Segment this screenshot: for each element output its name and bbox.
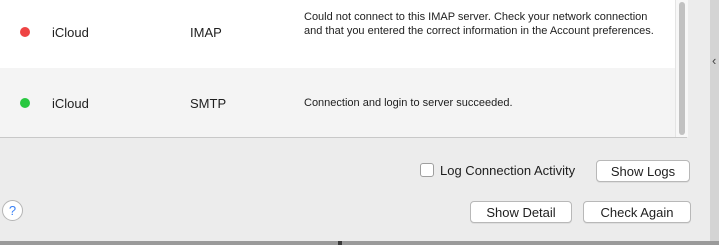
connection-table: iCloud IMAP Could not connect to this IM…: [0, 0, 688, 138]
table-row[interactable]: iCloud IMAP Could not connect to this IM…: [0, 0, 675, 68]
status-message: Connection and login to server succeeded…: [304, 97, 513, 109]
checkbox-box[interactable]: [420, 163, 434, 177]
scrollbar-thumb[interactable]: [679, 2, 685, 135]
status-message: Could not connect to this IMAP server. C…: [304, 11, 654, 37]
chevron-left-icon: ‹: [712, 53, 717, 68]
status-dot-icon: [20, 98, 30, 108]
bottom-edge: [0, 241, 719, 245]
server-type: IMAP: [190, 25, 222, 40]
vertical-scrollbar[interactable]: [675, 0, 688, 137]
window-edge: [710, 0, 719, 245]
connection-doctor-sheet: iCloud IMAP Could not connect to this IM…: [0, 0, 710, 241]
log-connection-activity-checkbox[interactable]: Log Connection Activity: [420, 161, 575, 179]
account-name: iCloud: [52, 96, 89, 111]
account-name: iCloud: [52, 25, 89, 40]
checkbox-label: Log Connection Activity: [440, 162, 576, 178]
status-dot-icon: [20, 27, 30, 37]
show-detail-button[interactable]: Show Detail: [470, 201, 572, 223]
edge-marker: [338, 241, 342, 245]
table-row[interactable]: iCloud SMTP Connection and login to serv…: [0, 68, 675, 137]
check-again-button[interactable]: Check Again: [583, 201, 691, 223]
server-type: SMTP: [190, 96, 227, 111]
question-mark-icon[interactable]: ?: [2, 200, 23, 221]
show-logs-button[interactable]: Show Logs: [596, 160, 690, 182]
